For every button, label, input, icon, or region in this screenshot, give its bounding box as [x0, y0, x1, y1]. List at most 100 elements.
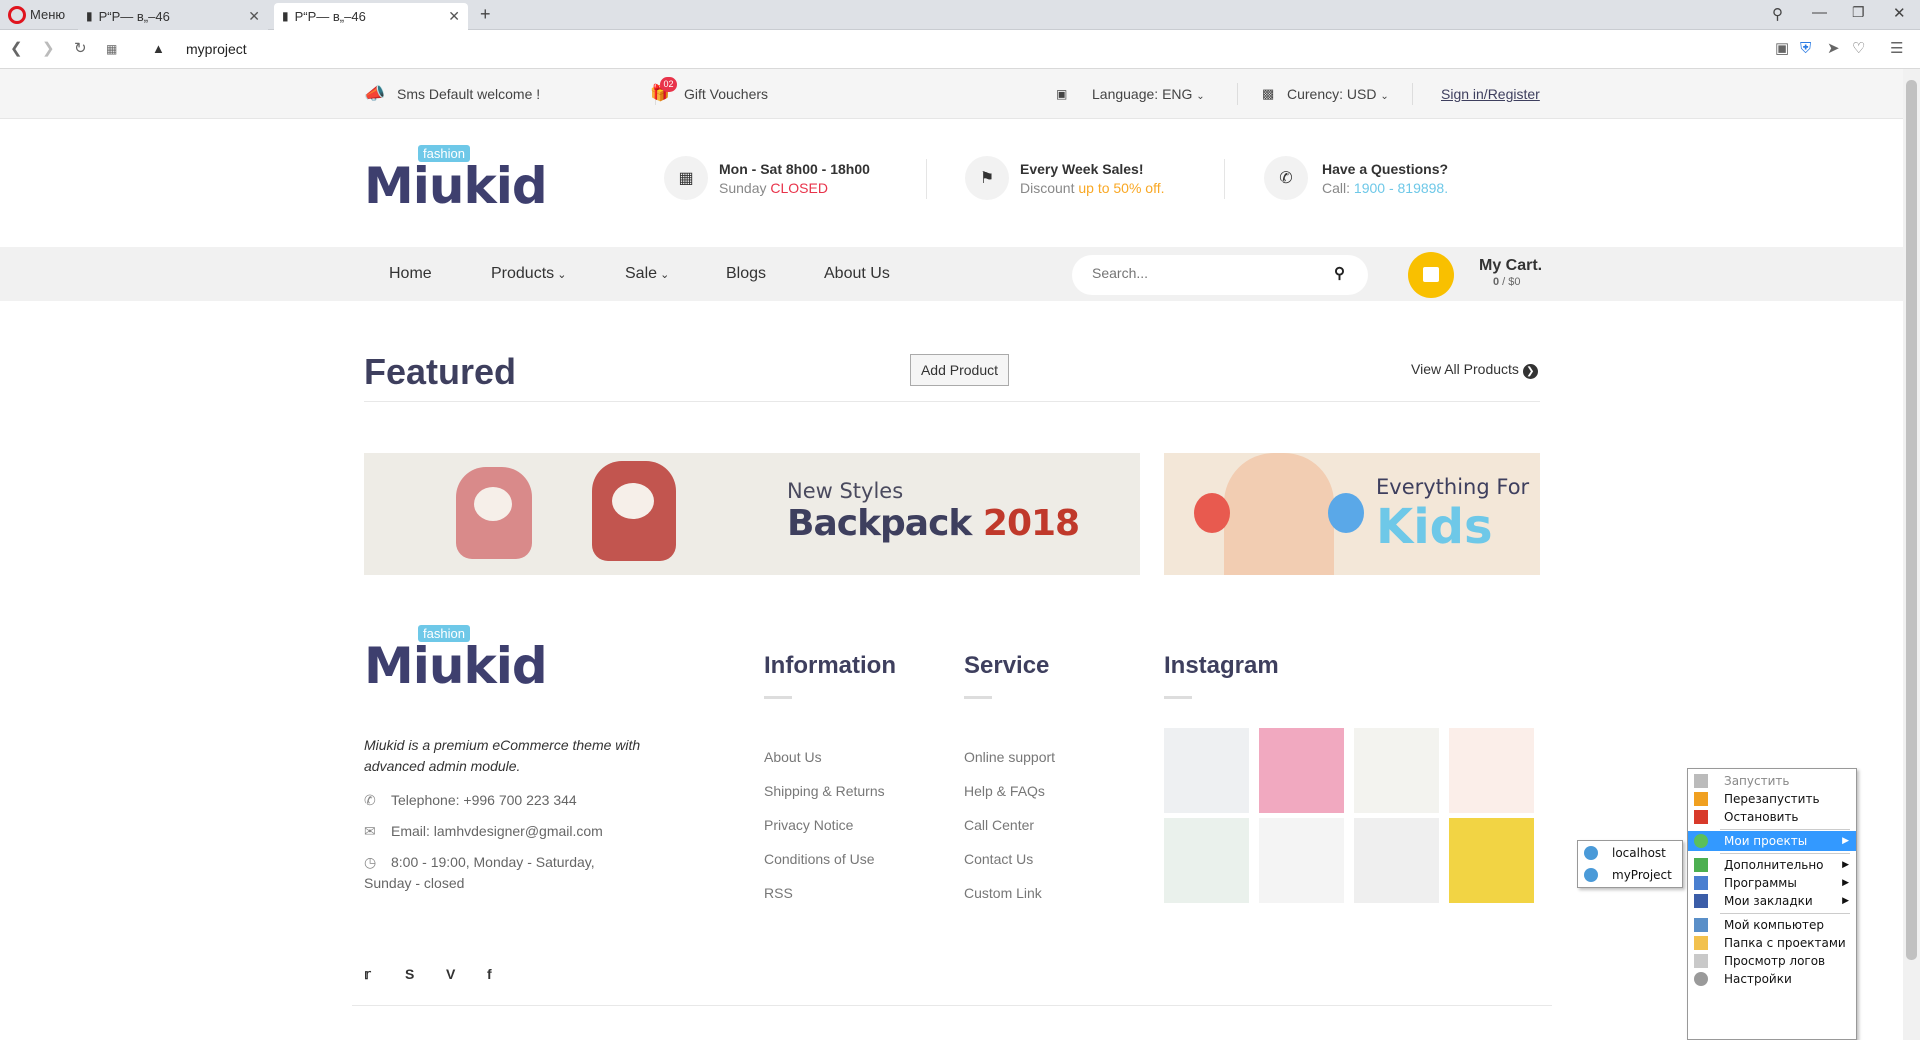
- footer-logo[interactable]: fashion Miukid: [364, 625, 548, 695]
- gift-vouchers-link[interactable]: Gift Vouchers: [684, 86, 768, 102]
- nav-about[interactable]: About Us: [824, 265, 890, 283]
- sales-sub-prefix: Discount: [1020, 180, 1079, 196]
- heart-icon[interactable]: ♡: [1852, 40, 1865, 58]
- instagram-photo[interactable]: [1164, 728, 1249, 813]
- scrollbar-thumb[interactable]: [1906, 80, 1917, 960]
- chevron-down-icon: ⌄: [554, 269, 567, 281]
- banner-kids[interactable]: Everything For Kids: [1164, 453, 1540, 575]
- browser-tab-1[interactable]: ▮ Р“Р— в„–46 ✕: [78, 3, 268, 30]
- footer-link[interactable]: Custom Link: [964, 885, 1042, 901]
- menu-item-additional[interactable]: Дополнительно ▶: [1688, 855, 1856, 875]
- question-phone[interactable]: 1900 - 819898.: [1354, 180, 1448, 196]
- cart-title[interactable]: My Cart.: [1479, 257, 1542, 275]
- nav-products[interactable]: Products ⌄: [491, 265, 566, 283]
- menu-item-projects-folder[interactable]: Папка с проектами: [1688, 933, 1856, 953]
- instagram-photo[interactable]: [1449, 728, 1534, 813]
- menu-item-settings[interactable]: Настройки: [1688, 969, 1856, 989]
- banner-backpack[interactable]: New Styles Backpack 2018: [364, 453, 1140, 575]
- nav-sale[interactable]: Sale ⌄: [625, 265, 669, 283]
- footer-link[interactable]: About Us: [764, 749, 822, 765]
- new-tab-icon[interactable]: +: [480, 4, 491, 25]
- facebook-icon[interactable]: f: [487, 966, 492, 982]
- language-select[interactable]: Language: ENG ⌄: [1092, 86, 1205, 105]
- footer-link[interactable]: Contact Us: [964, 851, 1033, 867]
- instagram-photo[interactable]: [1449, 818, 1534, 903]
- browser-tab-2[interactable]: ▮ Р“Р— в„–46 ✕: [274, 3, 468, 30]
- vine-icon[interactable]: V: [446, 966, 455, 982]
- restore-icon[interactable]: ❐: [1852, 4, 1865, 21]
- tray-context-menu: Запустить Перезапустить Остановить Мои п…: [1687, 768, 1857, 1040]
- search-box: ⚲: [1072, 255, 1368, 295]
- featured-title: Featured: [364, 351, 517, 392]
- menu-item-programs[interactable]: Программы ▶: [1688, 873, 1856, 893]
- search-input[interactable]: [1092, 265, 1322, 281]
- camera-icon[interactable]: ▣: [1775, 40, 1789, 58]
- footer-link[interactable]: Shipping & Returns: [764, 783, 885, 799]
- nav-home[interactable]: Home: [389, 265, 432, 283]
- footer-email[interactable]: Email: lamhvdesigner@gmail.com: [391, 823, 603, 839]
- minimize-icon[interactable]: —: [1812, 4, 1827, 21]
- menu-label: Мой компьютер: [1724, 918, 1824, 932]
- menu-item-bookmarks[interactable]: Мои закладки ▶: [1688, 891, 1856, 911]
- submenu-item-myproject[interactable]: myProject: [1578, 865, 1682, 885]
- projects-submenu: localhost myProject: [1577, 840, 1683, 888]
- footer-link[interactable]: Help & FAQs: [964, 783, 1045, 799]
- menu-item-my-projects[interactable]: Мои проекты ▶: [1688, 831, 1856, 851]
- search-icon[interactable]: ⚲: [1334, 264, 1345, 282]
- footer-link[interactable]: Online support: [964, 749, 1055, 765]
- menu-icon[interactable]: ☰: [1890, 40, 1903, 58]
- footer-link[interactable]: RSS: [764, 885, 793, 901]
- divider: [1224, 159, 1225, 199]
- send-icon[interactable]: ➤: [1827, 40, 1840, 58]
- divider: [926, 159, 927, 199]
- browser-menu-label[interactable]: Меню: [30, 7, 65, 22]
- shield-icon[interactable]: ⛨: [1800, 40, 1811, 58]
- signin-link[interactable]: Sign in/Register: [1441, 86, 1540, 102]
- submenu-item-localhost[interactable]: localhost: [1578, 843, 1682, 863]
- tabs-grid-icon[interactable]: ▦: [106, 40, 117, 58]
- back-icon[interactable]: ❮: [10, 40, 23, 58]
- footer-link[interactable]: Privacy Notice: [764, 817, 853, 833]
- address-input[interactable]: myproject: [186, 41, 247, 57]
- menu-item-stop[interactable]: Остановить: [1688, 807, 1856, 827]
- menu-item-start[interactable]: Запустить: [1688, 771, 1856, 791]
- bookmark-icon: ⚑: [965, 156, 1009, 200]
- instagram-photo[interactable]: [1259, 818, 1344, 903]
- menu-item-view-logs[interactable]: Просмотр логов: [1688, 951, 1856, 971]
- warning-icon[interactable]: ▲: [152, 40, 165, 58]
- reload-icon[interactable]: ↻: [74, 40, 87, 58]
- cart-bag-icon[interactable]: [1408, 252, 1454, 298]
- close-window-icon[interactable]: ✕: [1893, 4, 1906, 22]
- close-icon[interactable]: ✕: [448, 3, 460, 30]
- arrow-right-icon: ❯: [1522, 364, 1538, 379]
- menu-item-my-computer[interactable]: Мой компьютер: [1688, 915, 1856, 935]
- menu-item-restart[interactable]: Перезапустить: [1688, 789, 1856, 809]
- search-icon[interactable]: ⚲: [1772, 5, 1783, 23]
- forward-icon[interactable]: ❯: [42, 40, 55, 58]
- painted-hand: [1328, 493, 1364, 533]
- footer-link[interactable]: Conditions of Use: [764, 851, 875, 867]
- currency-select[interactable]: Curency: USD ⌄: [1287, 86, 1389, 105]
- opera-logo-icon[interactable]: [8, 6, 26, 24]
- instagram-photo[interactable]: [1354, 728, 1439, 813]
- instagram-photo[interactable]: [1259, 728, 1344, 813]
- instagram-photo[interactable]: [1164, 818, 1249, 903]
- view-all-link[interactable]: View All Products ❯: [1411, 361, 1538, 379]
- skype-icon[interactable]: S: [405, 966, 414, 982]
- instagram-photo[interactable]: [1354, 818, 1439, 903]
- close-icon[interactable]: ✕: [248, 3, 260, 30]
- footer-link[interactable]: Call Center: [964, 817, 1034, 833]
- menu-label: Настройки: [1724, 972, 1792, 986]
- nav-blogs[interactable]: Blogs: [726, 265, 766, 283]
- menu-label: Просмотр логов: [1724, 954, 1826, 968]
- chevron-down-icon: ⌄: [657, 269, 670, 281]
- add-product-button[interactable]: Add Product: [910, 354, 1009, 386]
- twitter-icon[interactable]: 𝕣: [364, 966, 371, 983]
- menu-label: Программы: [1724, 876, 1797, 890]
- logo-text: Miukid: [364, 637, 548, 695]
- chevron-right-icon: ▶: [1842, 860, 1849, 870]
- tab-title: Р“Р— в„–46: [98, 9, 170, 24]
- banner-right-line1: Everything For: [1376, 475, 1530, 499]
- divider: [364, 401, 1540, 402]
- logo[interactable]: fashion Miukid: [364, 145, 548, 215]
